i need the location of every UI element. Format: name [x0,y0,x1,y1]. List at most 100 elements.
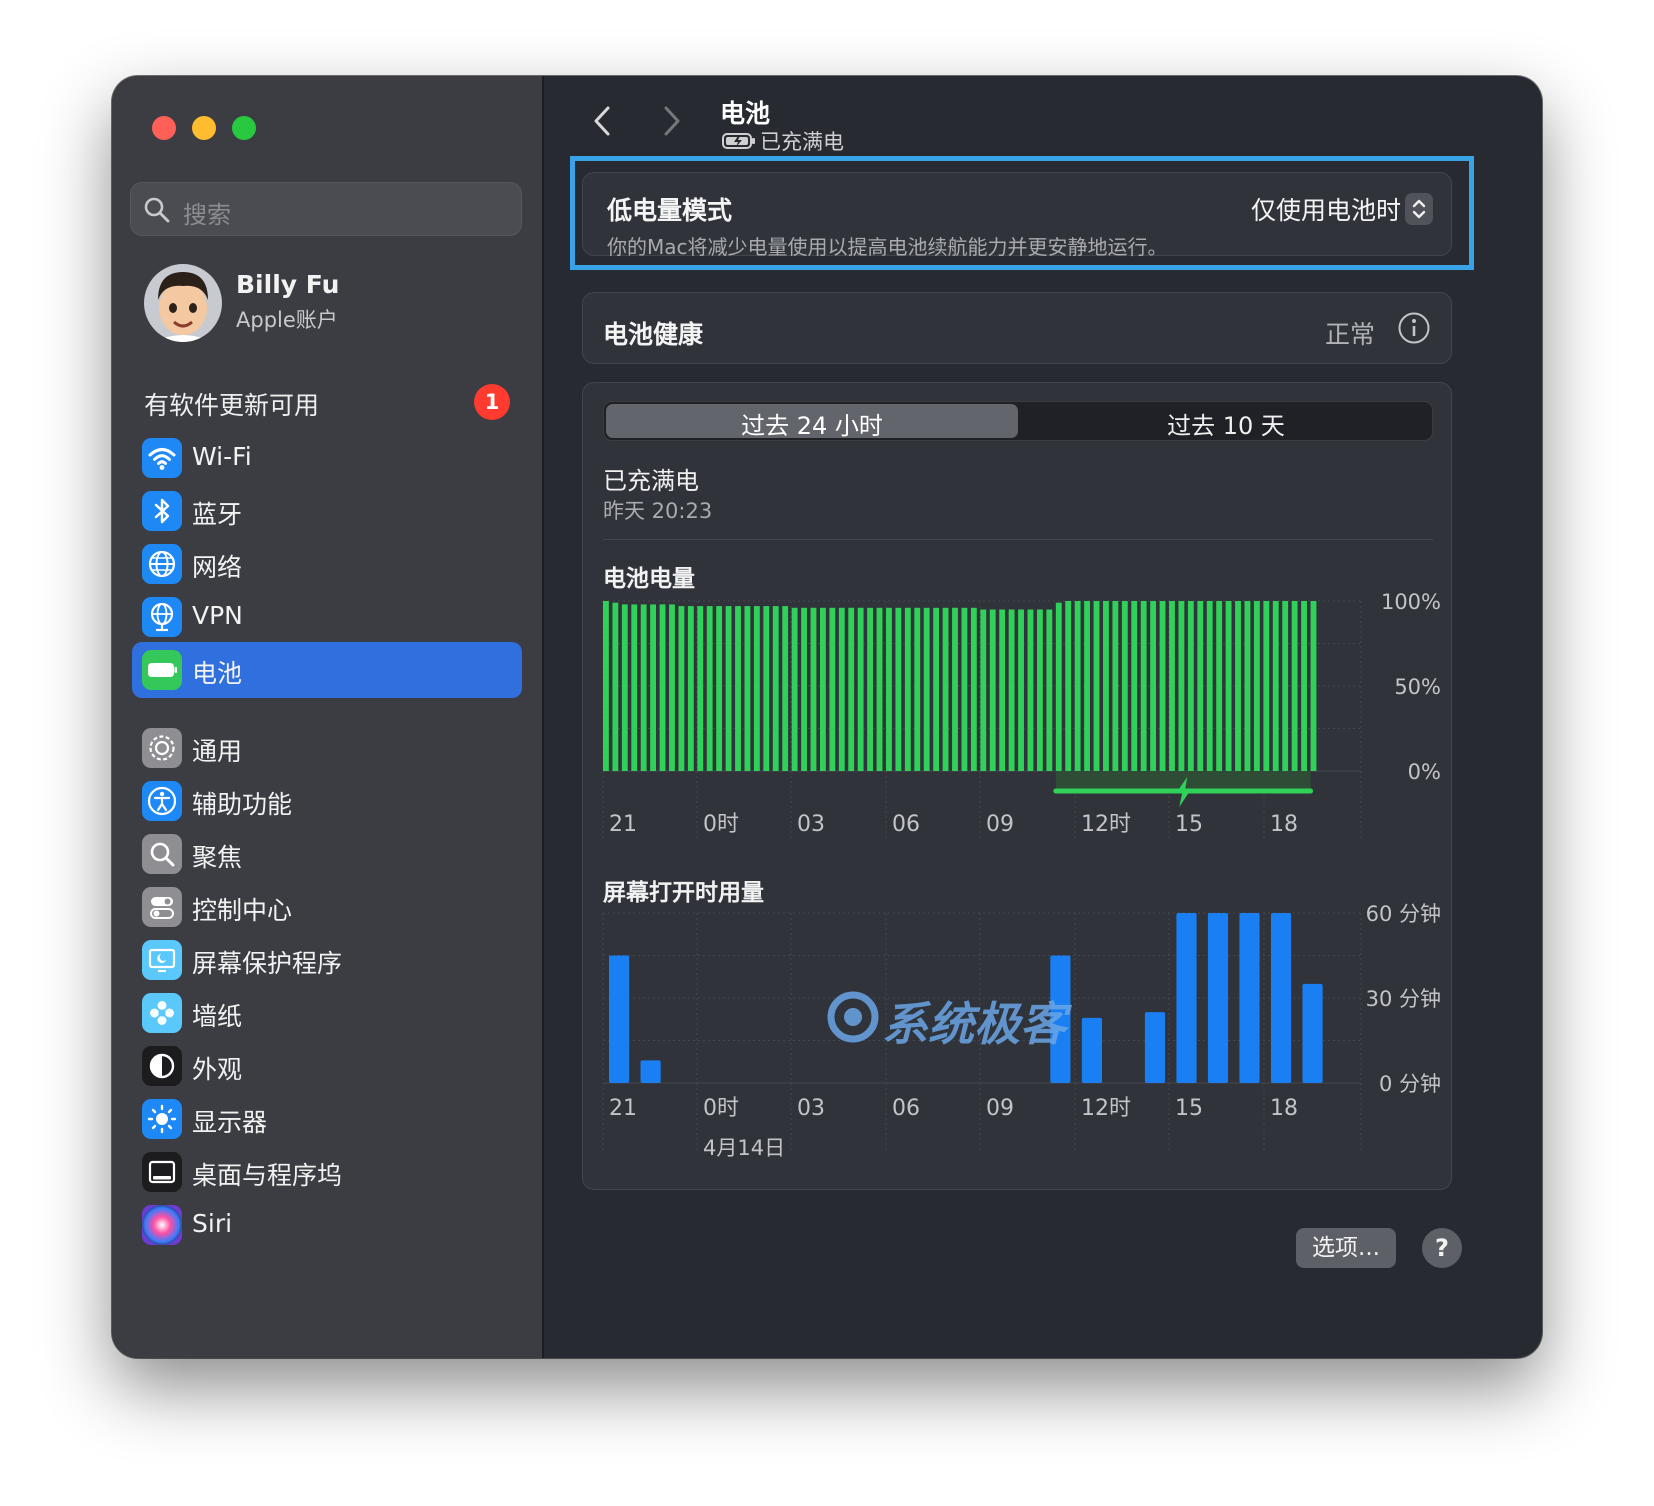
usage-bar [1239,913,1260,1083]
highlight-frame [570,156,1474,270]
battery-bar [933,607,940,771]
toggles-icon [142,887,182,927]
battery-bar [1150,601,1157,771]
tab-24-hours[interactable]: 过去 24 小时 [606,406,1018,441]
battery-bar [631,604,638,771]
battery-bar [848,607,855,771]
sidebar-item-battery[interactable]: 电池 [132,642,522,698]
search-placeholder: 搜索 [183,201,231,229]
battery-bar [1008,609,1015,771]
usage-bar [1144,1012,1166,1083]
sidebar-item-globe[interactable]: 网络 [132,536,522,592]
battery-bar [1131,601,1138,771]
x-tick-label: 18 [1270,812,1298,837]
zoom-button[interactable] [232,116,256,140]
sidebar-item-label: Wi-Fi [192,442,252,471]
usage-bar [1270,913,1292,1083]
x-tick-label: 0时 [703,1096,739,1121]
y-tick-label: 100% [1381,590,1441,614]
avatar[interactable] [144,264,222,342]
sidebar-item-siri[interactable]: Siri [132,1197,522,1253]
battery-level-chart: 21 0时 03 06 09 12时 15 18 100% 50% 0% [602,590,1441,839]
sidebar-item-label: Siri [192,1209,233,1238]
battery-bar [650,604,657,771]
divider [603,539,1433,540]
sidebar-item-toggles[interactable]: 控制中心 [132,879,522,935]
x-tick-label: 0时 [703,812,739,837]
battery-charged-icon [722,133,755,149]
battery-bar [923,607,930,771]
help-button[interactable]: ? [1422,1228,1462,1268]
sidebar-item-bluetooth[interactable]: 蓝牙 [132,483,522,539]
sidebar-item-accessibility[interactable]: 辅助功能 [132,773,522,829]
y-tick-label: 0 分钟 [1379,1072,1441,1096]
close-button[interactable] [152,116,176,140]
battery-bar [867,607,874,771]
battery-bar [1036,609,1043,771]
y-tick-label: 0% [1408,760,1441,784]
battery-bar [1310,601,1317,771]
user-name[interactable]: Billy Fu [236,270,339,299]
main-pane: 电池 已充满电 低电量模式 你的Mac将减少电量使用以提高电池续航能力并更安静地… [544,76,1542,1358]
sidebar-item-label: 聚焦 [192,843,243,872]
sidebar-item-screensaver[interactable]: 屏幕保护程序 [132,932,522,988]
battery-health-card: 电池健康 正常 [582,292,1452,364]
battery-bar [980,609,987,771]
battery-bar [1187,601,1194,771]
battery-bar [1197,601,1204,771]
battery-bar [1027,609,1034,771]
usage-bar [1302,983,1323,1083]
options-button[interactable]: 选项... [1296,1228,1396,1268]
battery-bar [659,604,666,771]
battery-level-title: 电池电量 [603,566,695,592]
battery-bar [886,607,892,771]
search-field[interactable]: 搜索 [130,182,522,236]
sidebar-item-dock[interactable]: 桌面与程序坞 [132,1144,522,1200]
watermark-logo-icon [827,991,879,1043]
battery-bar [1093,601,1100,771]
usage-card: 过去 24 小时 过去 10 天 已充满电 昨天 20:23 电池电量 21 0时… [582,382,1452,1190]
battery-bar [819,607,826,771]
battery-bar [782,606,789,771]
battery-bar [706,606,713,771]
battery-bar [904,607,911,771]
battery-bar [1225,601,1232,771]
usage-bar [640,1060,661,1083]
battery-bar [1084,601,1090,771]
battery-bar [1065,601,1072,771]
battery-bar [744,606,751,771]
x-tick-label: 09 [986,812,1014,837]
battery-bar [687,606,694,771]
x-tick-label: 21 [609,1096,637,1121]
sidebar-item-magnifier[interactable]: 聚焦 [132,826,522,882]
appearance-icon [142,1046,182,1086]
sidebar-item-flower[interactable]: 墙纸 [132,985,522,1041]
sidebar-item-gear[interactable]: 通用 [132,720,522,776]
battery-bar [603,601,609,771]
sidebar-item-appearance[interactable]: 外观 [132,1038,522,1094]
usage-bar [609,955,630,1083]
forward-chevron-icon[interactable] [658,104,684,138]
sidebar-item-vpn-globe[interactable]: VPN [132,589,522,645]
usage-bar [1176,913,1197,1083]
minimize-button[interactable] [192,116,216,140]
x-tick-label: 12时 [1081,1096,1131,1121]
sidebar-item-label: 墙纸 [192,1002,243,1031]
user-subtitle: Apple账户 [236,308,338,332]
battery-bar [735,606,741,771]
sidebar-item-sun[interactable]: 显示器 [132,1091,522,1147]
back-chevron-icon[interactable] [590,104,616,138]
battery-bar [621,604,628,771]
sidebar-item-label: 控制中心 [192,896,293,925]
battery-bar [961,607,968,771]
info-icon[interactable] [1397,311,1431,345]
battery-bar [1253,601,1260,771]
x-tick-label: 15 [1175,812,1203,837]
battery-bar [772,606,779,771]
tab-10-days[interactable]: 过去 10 天 [1020,406,1432,441]
sidebar-item-wifi[interactable]: Wi-Fi [132,430,522,486]
battery-bar [942,607,949,771]
software-update-item[interactable]: 有软件更新可用 [144,386,319,422]
globe-icon [142,544,182,584]
sidebar-item-label: VPN [192,601,243,630]
